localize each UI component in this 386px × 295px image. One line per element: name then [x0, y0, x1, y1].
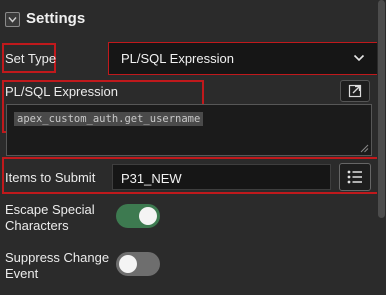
plsql-code: apex_custom_auth.get_username: [14, 112, 204, 126]
set-type-value: PL/SQL Expression: [121, 51, 234, 66]
escape-special-characters-label: Escape Special Characters: [5, 202, 95, 233]
plsql-expression-label: PL/SQL Expression: [5, 84, 118, 99]
toggle-knob: [119, 255, 137, 273]
escape-special-characters-toggle[interactable]: [116, 204, 160, 228]
resize-grip-icon[interactable]: [360, 144, 369, 153]
toggle-knob: [139, 207, 157, 225]
section-title: Settings: [26, 10, 86, 27]
list-picker-button[interactable]: [339, 163, 371, 191]
scrollbar-thumb[interactable]: [378, 0, 385, 218]
items-to-submit-input[interactable]: P31_NEW: [112, 164, 331, 190]
list-icon: [347, 170, 362, 184]
chevron-down-icon: [353, 54, 365, 62]
suppress-change-event-label: Suppress Change Event: [5, 250, 110, 281]
items-to-submit-value: P31_NEW: [121, 171, 182, 186]
items-to-submit-label: Items to Submit: [5, 170, 96, 185]
plsql-code-editor[interactable]: apex_custom_auth.get_username: [6, 104, 372, 156]
set-type-select[interactable]: PL/SQL Expression: [108, 42, 380, 75]
chevron-down-icon: [8, 17, 17, 23]
open-in-new-icon: [348, 84, 362, 98]
suppress-change-event-toggle[interactable]: [116, 252, 160, 276]
settings-section-header[interactable]: Settings: [0, 0, 376, 38]
scrollbar[interactable]: [377, 0, 386, 295]
expand-editor-button[interactable]: [340, 80, 370, 102]
set-type-label: Set Type: [5, 51, 57, 66]
collapse-toggle[interactable]: [5, 12, 20, 27]
